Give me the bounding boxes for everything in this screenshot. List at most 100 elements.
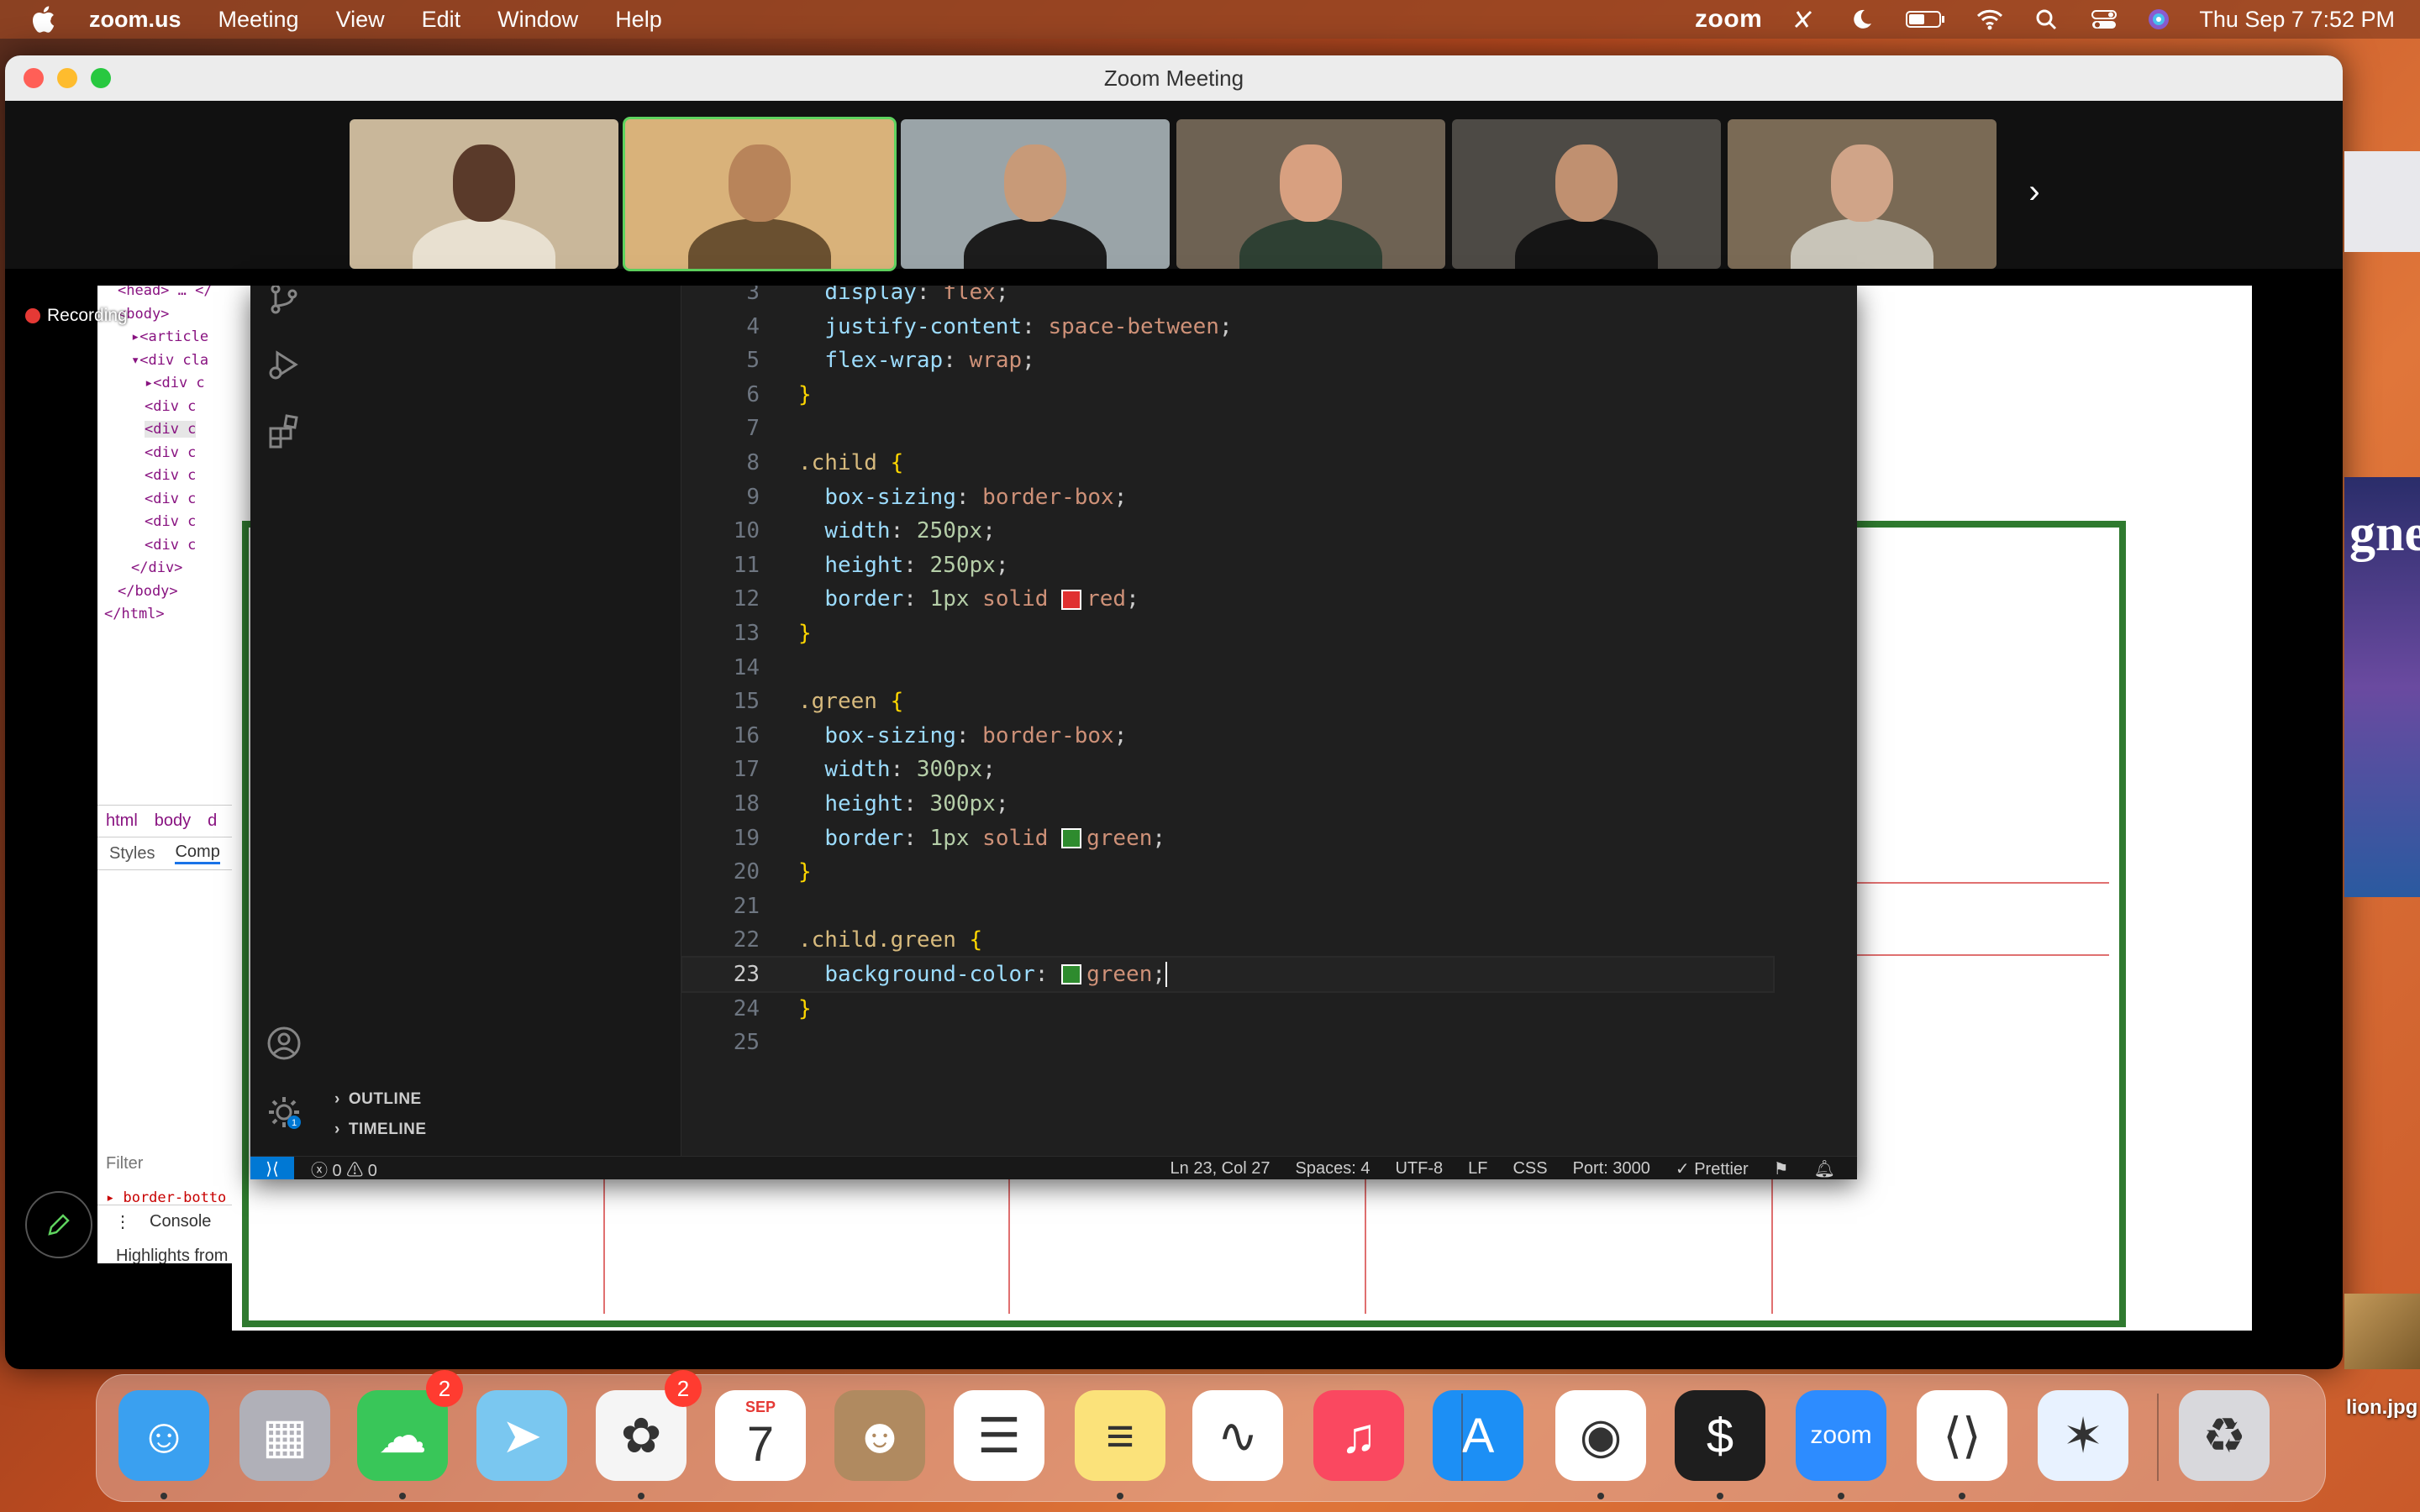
minimize-window-button[interactable] xyxy=(57,68,77,88)
breadcrumb-html[interactable]: html xyxy=(106,811,138,831)
live-server-port[interactable]: Port: 3000 xyxy=(1573,1159,1650,1179)
prettier-status[interactable]: ✓ Prettier xyxy=(1676,1158,1749,1179)
settings-gear-icon[interactable]: 1 xyxy=(266,1094,302,1131)
dock-app-chrome[interactable]: ◉ xyxy=(1555,1390,1646,1481)
spotlight-icon[interactable] xyxy=(2033,7,2061,32)
color-swatch-icon[interactable] xyxy=(1061,589,1082,610)
console-drawer-tab[interactable]: ⋮ Console xyxy=(97,1205,232,1237)
code-line[interactable]: 4 justify-content: space-between; xyxy=(682,310,1773,344)
next-page-chevron-icon[interactable]: › xyxy=(2015,172,2054,211)
dock-app-trash[interactable]: ♻ xyxy=(2179,1390,2270,1481)
dock-app-finder[interactable]: ☺ xyxy=(118,1390,209,1481)
active-app-menu[interactable]: zoom.us xyxy=(89,7,182,33)
dock-app-music[interactable]: ♫ xyxy=(1313,1390,1404,1481)
code-line[interactable]: 11 height: 250px; xyxy=(682,549,1773,582)
dock-app-reminders[interactable]: ☰ xyxy=(954,1390,1044,1481)
code-line[interactable]: 18 height: 300px; xyxy=(682,787,1773,821)
control-center-icon[interactable] xyxy=(2090,7,2118,32)
dom-node[interactable]: <div c xyxy=(145,513,196,530)
menu-view[interactable]: View xyxy=(336,7,385,33)
code-line[interactable]: 5 flex-wrap: wrap; xyxy=(682,344,1773,377)
participant-video-tile[interactable] xyxy=(350,119,618,269)
dom-node[interactable]: </div> xyxy=(131,559,182,576)
pen-slash-icon[interactable] xyxy=(1791,7,1819,32)
dock-app-contacts[interactable]: ☻ xyxy=(834,1390,925,1481)
language-mode[interactable]: CSS xyxy=(1512,1159,1547,1179)
source-control-icon[interactable] xyxy=(266,286,302,318)
code-line[interactable]: 19 border: 1px solid green; xyxy=(682,822,1773,855)
dom-node[interactable]: <head> … </ xyxy=(118,286,213,299)
code-line[interactable]: 9 box-sizing: border-box; xyxy=(682,480,1773,514)
code-line[interactable]: 3 display: flex; xyxy=(682,286,1773,309)
zoom-window-button[interactable] xyxy=(91,68,111,88)
code-line[interactable]: 16 box-sizing: border-box; xyxy=(682,719,1773,753)
participant-video-tile[interactable] xyxy=(1452,119,1721,269)
code-line[interactable]: 6} xyxy=(682,378,1773,412)
menu-window[interactable]: Window xyxy=(497,7,578,33)
run-debug-icon[interactable] xyxy=(266,346,302,383)
account-icon[interactable] xyxy=(266,1025,302,1062)
color-swatch-icon[interactable] xyxy=(1061,964,1082,985)
style-rule-row[interactable]: ▸ border-botto xyxy=(106,1189,226,1206)
tab-styles[interactable]: Styles xyxy=(109,844,155,864)
dock-app-maps[interactable]: ➤ xyxy=(476,1390,567,1481)
dom-node[interactable]: <div c xyxy=(145,467,196,484)
dock-app-calendar[interactable]: SEP 7 xyxy=(715,1390,806,1481)
dock-app-notes[interactable]: ≡ xyxy=(1075,1390,1165,1481)
participant-video-tile[interactable] xyxy=(623,117,897,271)
dock-app-terminal[interactable]: $ xyxy=(1675,1390,1765,1481)
close-window-button[interactable] xyxy=(24,68,44,88)
end-of-line[interactable]: LF xyxy=(1468,1159,1487,1179)
dock-app-zoom[interactable]: zoom xyxy=(1796,1390,1886,1481)
indentation[interactable]: Spaces: 4 xyxy=(1296,1159,1370,1179)
dom-node[interactable]: <div c xyxy=(145,491,196,507)
code-line[interactable]: 21 xyxy=(682,890,1773,923)
breadcrumb-body[interactable]: body xyxy=(155,811,191,831)
timeline-section-header[interactable]: › TIMELINE xyxy=(318,1116,697,1144)
kebab-menu-icon[interactable]: ⋮ xyxy=(114,1211,131,1232)
dom-node[interactable]: <div c xyxy=(145,421,197,438)
current-code-line[interactable]: 23 background-color: green; xyxy=(681,956,1775,993)
dock-app-safari[interactable]: ✶ xyxy=(2038,1390,2128,1481)
dock-app-launchpad[interactable]: ▦ xyxy=(239,1390,330,1481)
code-line[interactable]: 13} xyxy=(682,617,1773,650)
desktop-file-thumbnail[interactable] xyxy=(2344,1294,2420,1369)
participant-video-tile[interactable] xyxy=(1176,119,1445,269)
code-line[interactable]: 25 xyxy=(682,1026,1773,1059)
dom-node[interactable]: </body> xyxy=(118,583,178,600)
menubar-clock[interactable]: Thu Sep 7 7:52 PM xyxy=(2199,7,2395,33)
dom-node[interactable]: ▸<article xyxy=(131,328,208,345)
dom-node[interactable]: ▾<div cla xyxy=(131,352,208,369)
battery-icon[interactable] xyxy=(1905,7,1947,32)
siri-icon[interactable] xyxy=(2147,7,2170,32)
styles-filter-input[interactable] xyxy=(104,1151,225,1176)
dom-node[interactable]: <div c xyxy=(145,537,196,554)
menu-help[interactable]: Help xyxy=(615,7,662,33)
code-editor[interactable]: 3 display: flex; 4 justify-content: space… xyxy=(681,286,1857,1156)
dom-node[interactable]: ▸<div c xyxy=(145,375,205,391)
code-line[interactable]: 17 width: 300px; xyxy=(682,753,1773,786)
menu-edit[interactable]: Edit xyxy=(422,7,461,33)
dom-node[interactable]: <div c xyxy=(145,444,196,461)
code-line[interactable]: 12 border: 1px solid red; xyxy=(682,582,1773,616)
apple-menu-icon[interactable] xyxy=(30,5,55,34)
menu-meeting[interactable]: Meeting xyxy=(218,7,299,33)
notifications-bell-icon[interactable]: 🔔︎ xyxy=(1814,1158,1835,1179)
participant-video-tile[interactable] xyxy=(1728,119,1996,269)
remote-indicator-icon[interactable]: ⟩⟨ xyxy=(250,1157,294,1179)
wifi-icon[interactable] xyxy=(1975,7,2004,32)
color-swatch-icon[interactable] xyxy=(1061,828,1082,849)
problems-indicator[interactable]: ⓧ 0 ⚠ 0 xyxy=(311,1157,377,1180)
dom-node[interactable]: </html> xyxy=(104,606,165,622)
encoding[interactable]: UTF-8 xyxy=(1395,1159,1443,1179)
code-line[interactable]: 15 .green { xyxy=(682,685,1773,718)
code-line[interactable]: 8 .child { xyxy=(682,446,1773,480)
extensions-icon[interactable] xyxy=(266,413,302,450)
code-line[interactable]: 14 xyxy=(682,651,1773,685)
breadcrumb-div[interactable]: d xyxy=(208,811,217,831)
feedback-icon[interactable]: ⚑ xyxy=(1774,1158,1789,1179)
annotate-pencil-button[interactable] xyxy=(25,1191,92,1258)
code-line[interactable]: 22 .child.green { xyxy=(682,923,1773,957)
cursor-position[interactable]: Ln 23, Col 27 xyxy=(1171,1159,1270,1179)
dock-app-app-store[interactable]: A xyxy=(1433,1390,1523,1481)
